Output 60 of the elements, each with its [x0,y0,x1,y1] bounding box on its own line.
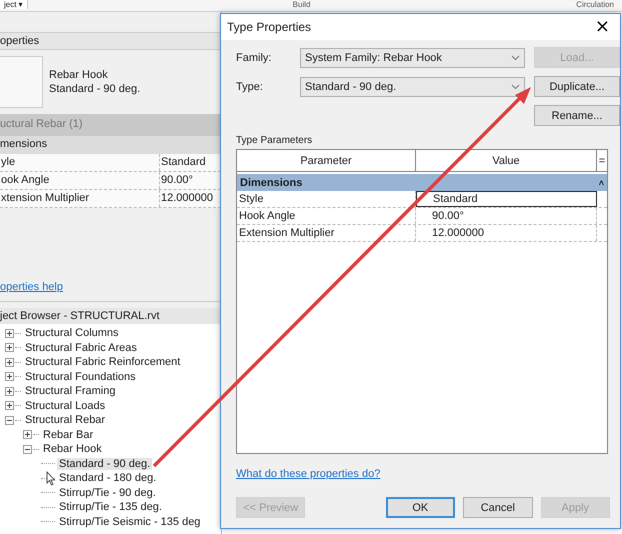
tree-item[interactable]: Structural Rebar [23,414,108,426]
field-label: Type: [236,80,264,92]
panel-title: operties [0,32,221,50]
property-name: ook Angle [0,172,160,189]
parameter-cell: Hook Angle [237,208,416,224]
tree-item[interactable]: Structural Loads [23,400,108,412]
type-dropdown[interactable]: Standard - 90 deg. [300,76,525,96]
value-field[interactable]: Standard [416,191,597,207]
chevron-icon [511,84,520,90]
ribbon-tab[interactable]: ject ▾ [0,0,28,9]
duplicate-button[interactable]: Duplicate... [534,76,620,97]
tree-item[interactable]: Structural Columns [23,327,121,340]
dialog-button[interactable]: Cancel [463,497,533,518]
tree-item[interactable]: Stirrup/Tie - 135 deg. [57,501,164,514]
rename-button[interactable]: Rename... [534,105,620,126]
property-name: yle [0,154,160,171]
tree-item[interactable]: Stirrup/Tie Seismic - 135 deg [57,516,202,528]
type-name: Rebar Hook [49,69,109,81]
type-value: Standard - 90 deg. [49,83,140,95]
panel-title: ject Browser - STRUCTURAL.rvt [0,308,221,324]
collapse-icon[interactable] [5,416,14,425]
family-dropdown[interactable]: System Family: Rebar Hook [300,48,525,68]
field-label: Family: [236,52,272,64]
value-cell: 12.000000 [416,225,597,241]
value-cell: 90.00° [416,208,597,224]
help-link[interactable]: What do these properties do? [236,468,380,480]
column-header: Parameter [237,150,416,171]
expand-icon[interactable] [23,430,32,440]
mouse-pointer-icon [46,471,56,486]
parameter-cell: Style [237,191,416,207]
column-header: = [598,154,606,168]
dialog-title: Type Properties [227,20,312,34]
tree-item[interactable]: Stirrup/Tie - 90 deg. [57,486,158,499]
ribbon-panel-label: Circulation [576,0,614,9]
tree-item[interactable]: Structural Framing [23,385,118,398]
expand-icon[interactable] [5,343,14,352]
tree-item[interactable]: Structural Fabric Areas [23,342,139,354]
dialog-button[interactable]: OK [386,497,456,518]
expand-icon[interactable] [5,372,14,382]
group-header[interactable]: Dimensions ˄ [237,174,607,191]
tree-item[interactable]: Structural Fabric Reinforcement [23,356,182,368]
expand-icon[interactable] [5,386,14,396]
expand-icon[interactable] [5,358,14,367]
parameter-cell: Extension Multiplier [237,225,416,241]
section-title: Type Parameters [236,135,314,146]
tree-item[interactable]: Standard - 90 deg. [57,458,152,470]
chevron-icon [511,54,520,60]
tree-item[interactable]: Standard - 180 deg. [57,472,158,484]
column-header: Value [416,150,597,171]
expand-icon[interactable] [5,401,14,410]
tree-item[interactable]: Structural Foundations [23,370,138,383]
help-link[interactable]: operties help [0,281,63,293]
tree-item[interactable]: Rebar Bar [41,428,96,441]
collapse-icon[interactable] [23,444,32,454]
close-button[interactable]: × [592,18,612,36]
property-name: xtension Multiplier [0,190,160,207]
ribbon-panel-label: Build [292,0,310,9]
tree-item[interactable]: Rebar Hook [41,443,104,456]
group-header: mensions [0,136,221,154]
expand-icon[interactable] [5,328,14,338]
